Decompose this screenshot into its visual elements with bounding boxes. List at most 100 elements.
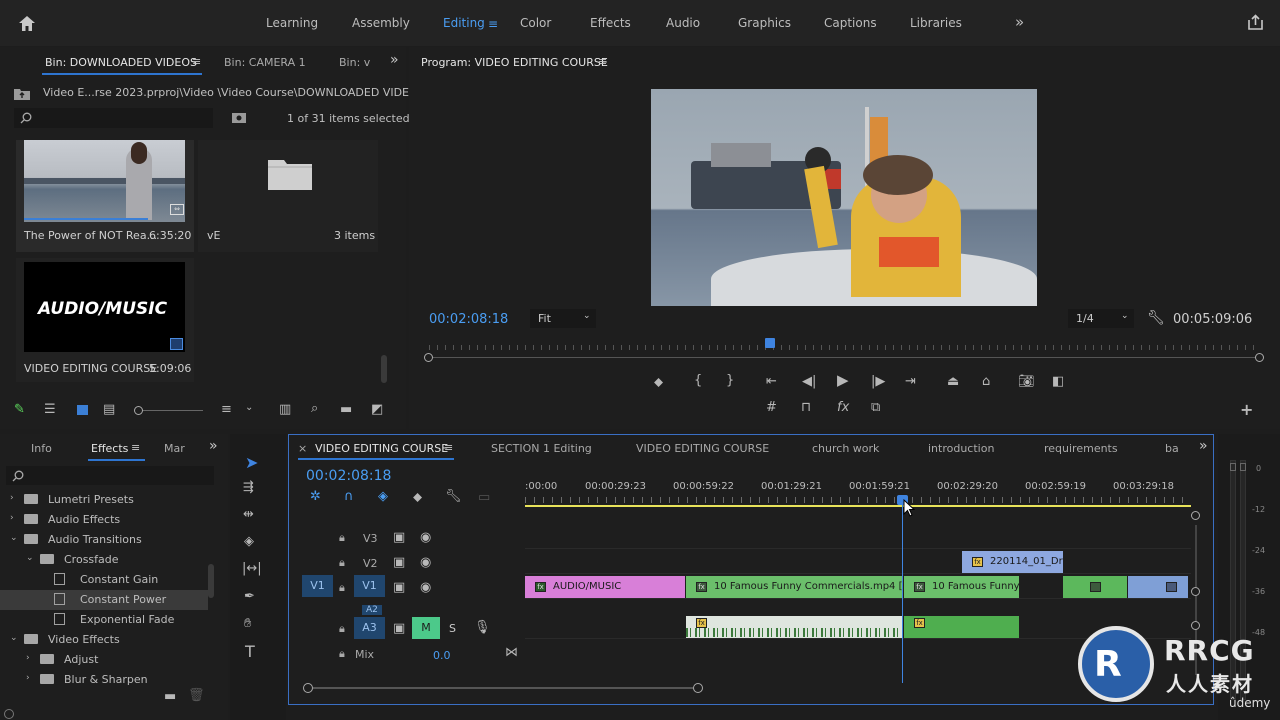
solo-indicator[interactable]: [1230, 463, 1236, 471]
panel-menu-icon[interactable]: ≡: [192, 55, 201, 68]
bin-item-clip[interactable]: ⇔ The Power of NOT Rea... 6:35:20: [16, 140, 194, 252]
panel-menu-icon[interactable]: ≡: [598, 55, 607, 68]
workspace-tab-learning[interactable]: Learning: [266, 16, 318, 30]
wrench-icon[interactable]: 🔧︎: [445, 490, 462, 503]
step-back-icon[interactable]: ◀|: [802, 375, 816, 388]
playhead-timecode[interactable]: 00:02:08:18: [429, 312, 508, 327]
icon-view-icon[interactable]: [77, 405, 88, 415]
captions-icon[interactable]: ▭: [478, 491, 490, 504]
tab-bin-v[interactable]: Bin: v: [339, 56, 370, 69]
panel-menu-icon[interactable]: ≡: [444, 441, 453, 454]
nest-icon[interactable]: ✲: [310, 490, 321, 503]
sync-lock-icon[interactable]: ▣: [393, 622, 405, 635]
more-workspaces-icon[interactable]: »: [1015, 13, 1024, 31]
chevron-right-icon[interactable]: ›: [26, 653, 30, 663]
find-icon[interactable]: ⌕: [311, 402, 318, 415]
workspace-tab-color[interactable]: Color: [520, 16, 551, 30]
mark-out-icon[interactable]: }: [726, 374, 734, 387]
effects-tree-item[interactable]: › Blur & Sharpen: [0, 670, 208, 690]
tab-bin-downloaded-videos[interactable]: Bin: DOWNLOADED VIDEOS: [45, 56, 197, 69]
timeline-tab-introduction[interactable]: introduction: [928, 442, 994, 455]
add-marker-icon[interactable]: ⬥: [654, 376, 663, 389]
workspace-tab-assembly[interactable]: Assembly: [352, 16, 410, 30]
track-target-a3[interactable]: A3: [354, 617, 385, 639]
go-to-in-icon[interactable]: ⇤: [766, 375, 777, 388]
timeline-tab-video-editing-course[interactable]: VIDEO EDITING COURSE: [315, 442, 448, 455]
zoom-slider-knob[interactable]: [134, 406, 143, 415]
audio-clip-1[interactable]: fx: [686, 616, 902, 638]
effects-tree-item[interactable]: › Audio Effects: [0, 510, 208, 530]
play-icon[interactable]: ▶: [837, 373, 849, 388]
solo-button[interactable]: S: [449, 622, 456, 635]
close-icon[interactable]: ×: [298, 442, 307, 455]
lock-icon[interactable]: 🔒︎: [339, 622, 345, 636]
clip-green-small[interactable]: [1063, 576, 1127, 598]
timeline-tab-ba[interactable]: ba: [1165, 442, 1179, 455]
list-view-icon[interactable]: ☰: [44, 403, 56, 416]
mark-in-icon[interactable]: {: [694, 374, 702, 387]
chevron-down-icon[interactable]: ⌄: [245, 403, 253, 413]
horizontal-zoom-end[interactable]: [693, 683, 703, 693]
new-search-bin-icon[interactable]: [232, 112, 246, 126]
snap-icon[interactable]: ∩: [344, 490, 354, 503]
chevron-right-icon[interactable]: ›: [10, 513, 14, 523]
tab-info[interactable]: Info: [31, 442, 52, 455]
trash-icon[interactable]: 🗑︎: [188, 689, 205, 702]
zoom-slider-track[interactable]: [143, 410, 203, 411]
bin-up-icon[interactable]: [14, 87, 30, 103]
horizontal-zoom-track[interactable]: [313, 687, 693, 689]
workspace-tab-editing[interactable]: Editing: [443, 16, 485, 30]
tab-bin-camera-1[interactable]: Bin: CAMERA 1: [224, 56, 306, 69]
eye-icon[interactable]: ◉: [420, 581, 431, 594]
chevron-right-icon[interactable]: ›: [26, 673, 30, 683]
zoom-bar-start[interactable]: [424, 353, 433, 362]
tab-effects[interactable]: Effects: [91, 442, 128, 455]
sync-lock-icon[interactable]: ▣: [393, 556, 405, 569]
automate-to-sequence-icon[interactable]: ▥: [279, 403, 291, 416]
effects-tree-item[interactable]: ⌄ Audio Transitions: [0, 530, 208, 550]
horizontal-zoom-start[interactable]: [303, 683, 313, 693]
more-tabs-icon[interactable]: »: [1199, 438, 1208, 454]
zoom-bar-track[interactable]: [433, 357, 1255, 358]
ripple-edit-tool-icon[interactable]: ⇹: [243, 508, 254, 521]
clip-famous-commercials[interactable]: fx 10 Famous Funny Commercials.mp4 [V]: [686, 576, 902, 598]
chevron-down-icon[interactable]: ⌄: [10, 533, 18, 543]
work-area-bar[interactable]: [525, 505, 1191, 507]
bin-scrollbar[interactable]: [381, 355, 387, 383]
chevron-right-icon[interactable]: ›: [10, 493, 14, 503]
effects-scrollbar[interactable]: [208, 564, 214, 598]
workspace-tab-effects[interactable]: Effects: [590, 16, 631, 30]
hand-tool-icon[interactable]: ✋︎: [244, 617, 251, 630]
mix-value[interactable]: 0.0: [433, 649, 451, 662]
share-icon[interactable]: [1247, 14, 1264, 34]
track-target-v1[interactable]: V1: [354, 575, 385, 597]
effects-tree-item[interactable]: › Adjust: [0, 650, 208, 670]
selection-tool-icon[interactable]: ➤: [245, 453, 258, 472]
effects-tree-item[interactable]: Constant Power: [0, 590, 208, 610]
multicam-icon[interactable]: ⧉: [871, 401, 880, 414]
microphone-icon[interactable]: 🎙︎: [474, 621, 491, 634]
mute-button[interactable]: M: [412, 617, 440, 639]
source-patch-v1[interactable]: V1: [302, 575, 333, 597]
workspace-tab-libraries[interactable]: Libraries: [910, 16, 962, 30]
workspace-tab-graphics[interactable]: Graphics: [738, 16, 791, 30]
timeline-ruler[interactable]: :00:00 00:00:29:23 00:00:59:22 00:01:29:21 0…: [525, 479, 1191, 509]
pencil-icon[interactable]: ✎: [14, 403, 25, 416]
effects-tree-item[interactable]: › Lumetri Presets: [0, 490, 208, 510]
chevron-down-icon[interactable]: ⌄: [26, 553, 34, 563]
bin-item-sequence[interactable]: AUDIO/MUSIC VIDEO EDITING COURSE 5:09:06: [16, 258, 194, 382]
timeline-tab-section-1-editing[interactable]: SECTION 1 Editing: [491, 442, 592, 455]
type-tool-icon[interactable]: T: [245, 644, 255, 660]
new-bin-icon[interactable]: ▬: [340, 403, 352, 416]
go-to-out-icon[interactable]: ⇥: [905, 375, 916, 388]
wrench-icon[interactable]: 🔧︎: [1147, 310, 1165, 326]
effects-search-field[interactable]: [6, 466, 214, 485]
step-forward-icon[interactable]: |▶: [871, 375, 885, 388]
more-tabs-icon[interactable]: »: [390, 52, 399, 68]
extract-icon[interactable]: ⌂: [982, 375, 990, 388]
workspace-tab-captions[interactable]: Captions: [824, 16, 877, 30]
clip-v2-drone[interactable]: fx 220114_01_Dro: [962, 551, 1063, 573]
lock-icon[interactable]: 🔒︎: [339, 531, 345, 545]
bin-item-folder[interactable]: vE 3 items: [198, 140, 378, 252]
fx-icon[interactable]: fx: [837, 401, 849, 414]
